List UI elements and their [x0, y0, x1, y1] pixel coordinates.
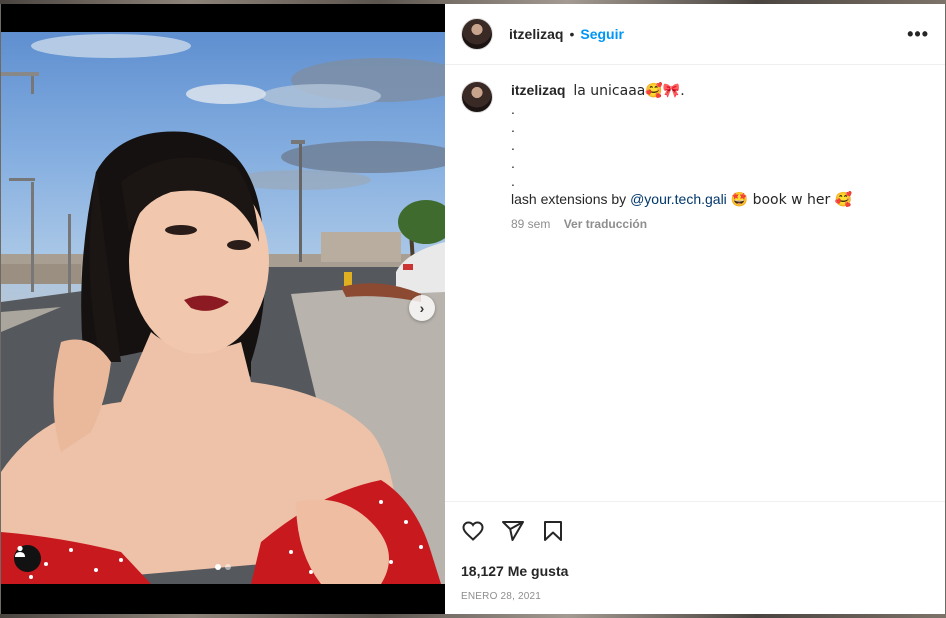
caption-username[interactable]: itzelizaq: [511, 82, 565, 98]
caption-lash-suffix: 🤩 book w her 🥰: [730, 192, 853, 208]
slide-dot-active: [215, 564, 221, 570]
caption-avatar[interactable]: [461, 81, 493, 113]
follow-button[interactable]: Seguir: [580, 26, 624, 42]
caption: itzelizaq la unicaaa🥰🎀. . . . . . lash e…: [445, 65, 945, 233]
caption-body: itzelizaq la unicaaa🥰🎀. . . . . . lash e…: [511, 81, 852, 233]
save-button[interactable]: [541, 519, 565, 543]
caption-meta: 89 sem Ver traducción: [511, 215, 852, 233]
backdrop-bottom: [0, 614, 946, 618]
caption-dot-line: .: [511, 137, 515, 153]
post-modal: › itzelizaq • Seguir ••• itzelizaq la un…: [1, 4, 945, 614]
action-bar: [445, 502, 945, 560]
like-button[interactable]: [461, 519, 485, 543]
post-date: ENERO 28, 2021: [461, 591, 542, 602]
share-button[interactable]: [501, 519, 525, 543]
caption-first-line: la unicaaa🥰🎀.: [573, 83, 685, 99]
user-tag-icon: [15, 545, 25, 557]
caption-dot-line: .: [511, 155, 515, 171]
translate-button[interactable]: Ver traducción: [564, 217, 647, 231]
slide-indicator: [215, 564, 231, 570]
caption-dot-line: .: [511, 173, 515, 189]
post-side-panel: itzelizaq • Seguir ••• itzelizaq la unic…: [445, 4, 945, 614]
user-tag-button[interactable]: [14, 545, 41, 572]
post-footer: 18,127 Me gusta ENERO 28, 2021: [445, 501, 945, 602]
header-username[interactable]: itzelizaq: [509, 26, 563, 42]
slide-dot: [225, 564, 231, 570]
chevron-right-icon: ›: [419, 300, 425, 316]
header-separator: •: [569, 26, 575, 42]
avatar[interactable]: [461, 18, 493, 50]
likes-count[interactable]: 18,127 Me gusta: [445, 563, 945, 579]
more-options-icon[interactable]: •••: [907, 24, 929, 45]
post-photo: ›: [1, 32, 445, 584]
photo-illustration: [1, 34, 445, 584]
caption-dot-line: .: [511, 119, 515, 135]
post-age: 89 sem: [511, 217, 551, 231]
caption-lash-prefix: lash extensions by: [511, 191, 627, 207]
next-slide-button[interactable]: ›: [409, 295, 435, 321]
caption-dot-line: .: [511, 101, 515, 117]
heart-icon: [462, 521, 484, 541]
mention-link[interactable]: @your.tech.gali: [630, 191, 727, 207]
bookmark-icon: [544, 521, 562, 541]
send-icon: [502, 521, 524, 541]
post-header: itzelizaq • Seguir •••: [445, 4, 945, 65]
post-media: ›: [1, 4, 445, 614]
